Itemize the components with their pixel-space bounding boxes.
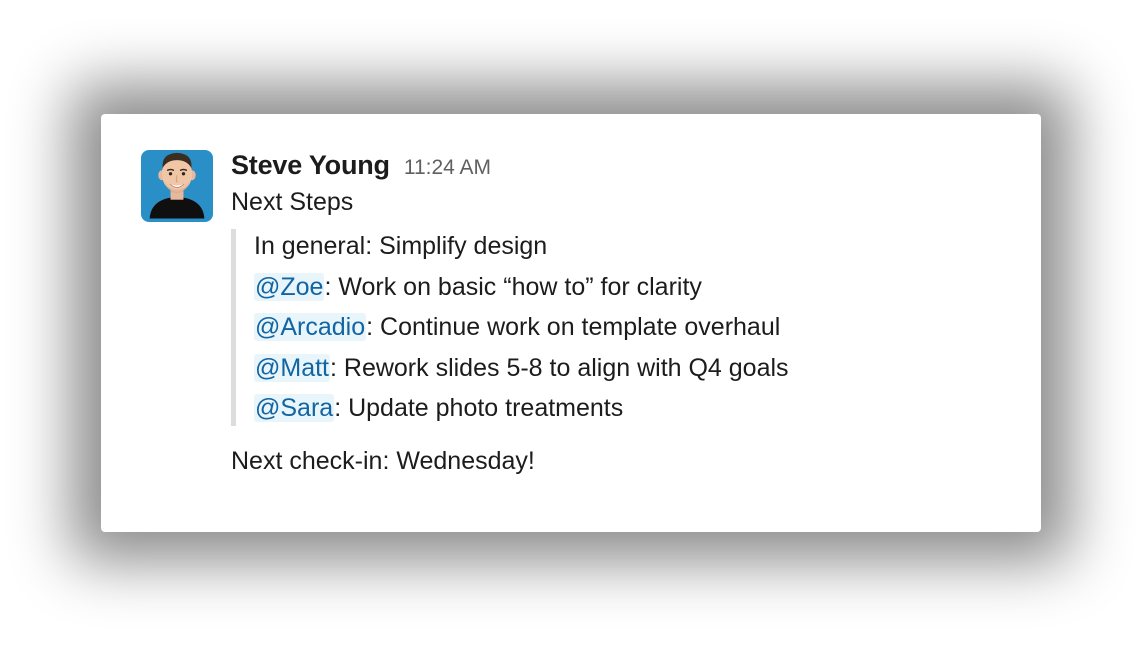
mention-link[interactable]: @Arcadio: [254, 313, 366, 341]
mention-link[interactable]: @Matt: [254, 354, 330, 382]
avatar-image: [141, 150, 213, 222]
message-content: Steve Young 11:24 AM Next Steps In gener…: [231, 150, 1001, 483]
author-name[interactable]: Steve Young: [231, 150, 390, 181]
message-card: Steve Young 11:24 AM Next Steps In gener…: [101, 114, 1041, 533]
message-body: Next Steps In general: Simplify design @…: [231, 185, 1001, 479]
message-footer: Next check-in: Wednesday!: [231, 444, 1001, 479]
message-row: Steve Young 11:24 AM Next Steps In gener…: [141, 150, 1001, 483]
quote-item: @Sara: Update photo treatments: [254, 391, 1001, 426]
mention-link[interactable]: @Zoe: [254, 273, 324, 301]
message-quote: In general: Simplify design @Zoe: Work o…: [231, 229, 1001, 426]
quote-task: : Continue work on template overhaul: [366, 313, 780, 341]
avatar[interactable]: [141, 150, 213, 222]
quote-task: : Update photo treatments: [334, 394, 623, 422]
quote-task: : Work on basic “how to” for clarity: [324, 273, 701, 301]
message-intro: Next Steps: [231, 185, 1001, 220]
quote-item: @Matt: Rework slides 5-8 to align with Q…: [254, 351, 1001, 386]
message-header: Steve Young 11:24 AM: [231, 150, 1001, 181]
quote-task: : Rework slides 5-8 to align with Q4 goa…: [330, 354, 789, 382]
quote-item: @Zoe: Work on basic “how to” for clarity: [254, 270, 1001, 305]
quote-general: In general: Simplify design: [254, 229, 1001, 264]
quote-item: @Arcadio: Continue work on template over…: [254, 310, 1001, 345]
timestamp[interactable]: 11:24 AM: [404, 156, 491, 180]
mention-link[interactable]: @Sara: [254, 394, 334, 422]
